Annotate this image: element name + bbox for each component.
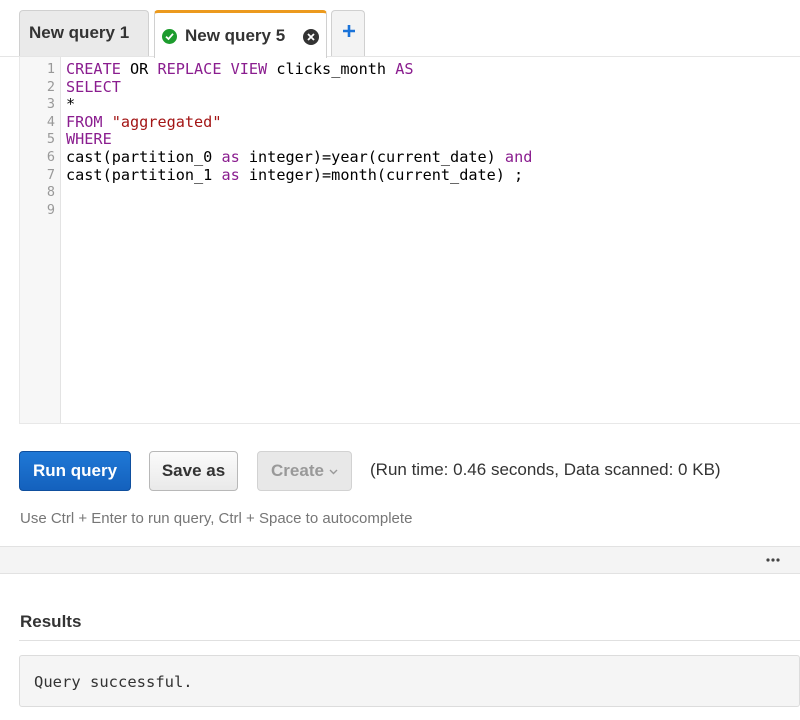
line-number: 5 [46, 131, 55, 148]
create-dropdown-button[interactable]: Create [257, 451, 352, 491]
code-line: cast(partition_0 as integer)=year(curren… [66, 147, 533, 167]
sql-keyword: as [221, 147, 240, 166]
code-line: cast(partition_1 as integer)=month(curre… [66, 165, 532, 185]
code-line: WHERE [66, 131, 532, 149]
line-number-gutter: 123456789 [20, 57, 61, 423]
line-number: 1 [46, 61, 55, 77]
line-number: 3 [46, 96, 55, 113]
tab-label: New query 5 [185, 26, 286, 45]
create-label: Create [271, 461, 324, 480]
line-number: 7 [46, 166, 55, 183]
run-query-button[interactable]: Run query [19, 451, 131, 491]
sql-token: integer)=month(current_date) ; [239, 165, 524, 184]
sql-keyword: FROM [66, 112, 103, 131]
tab-new-query-1[interactable]: New query 1 [19, 10, 149, 56]
sql-token: cast(partition_0 [66, 147, 222, 166]
ellipsis-icon[interactable] [766, 558, 780, 562]
plus-icon [343, 25, 355, 37]
keyboard-hint: Use Ctrl + Enter to run query, Ctrl + Sp… [20, 510, 413, 527]
line-number: 9 [46, 201, 55, 218]
run-stats: (Run time: 0.46 seconds, Data scanned: 0… [370, 460, 721, 479]
sql-editor[interactable]: 123456789 CREATE OR REPLACE VIEW clicks_… [19, 57, 800, 424]
line-number: 4 [46, 113, 55, 130]
line-number: 2 [46, 78, 55, 95]
code-line: CREATE OR REPLACE VIEW clicks_month AS [66, 60, 532, 79]
results-panel: Query successful. [19, 655, 800, 707]
tab-new-query-5[interactable]: New query 5 [154, 10, 327, 58]
check-circle-icon [162, 29, 177, 44]
save-as-button[interactable]: Save as [149, 451, 238, 491]
sql-keyword: SELECT [66, 77, 121, 96]
line-number: 8 [46, 184, 55, 201]
sql-keyword: CREATE [66, 60, 121, 78]
code-line: FROM "aggregated" [66, 112, 532, 132]
chevron-down-icon [329, 469, 338, 475]
query-tab-bar: New query 1 New query 5 [0, 0, 800, 58]
sql-token: * [66, 95, 76, 114]
code-area[interactable]: CREATE OR REPLACE VIEW clicks_month AS SE… [66, 60, 533, 220]
sql-token: cast(partition_1 [66, 165, 222, 184]
divider [19, 640, 800, 641]
panel-divider[interactable] [0, 546, 800, 574]
sql-token: OR [120, 60, 158, 78]
results-heading: Results [20, 612, 82, 631]
close-icon[interactable] [303, 29, 319, 45]
tab-label: New query 1 [29, 23, 130, 42]
result-message: Query successful. [34, 673, 193, 691]
sql-keyword: and [504, 147, 533, 166]
sql-string: "aggregated" [111, 112, 222, 131]
code-line: * [66, 95, 532, 114]
sql-keyword: WHERE [66, 130, 112, 149]
line-number: 6 [46, 149, 55, 165]
code-line: SELECT [66, 77, 532, 97]
sql-keyword: REPLACE VIEW [157, 60, 268, 78]
sql-token: integer)=year(current_date) [239, 147, 505, 166]
sql-keyword: AS [395, 60, 414, 78]
sql-keyword: as [221, 165, 240, 184]
add-tab-button[interactable] [331, 10, 365, 56]
sql-token: clicks_month [267, 60, 396, 78]
